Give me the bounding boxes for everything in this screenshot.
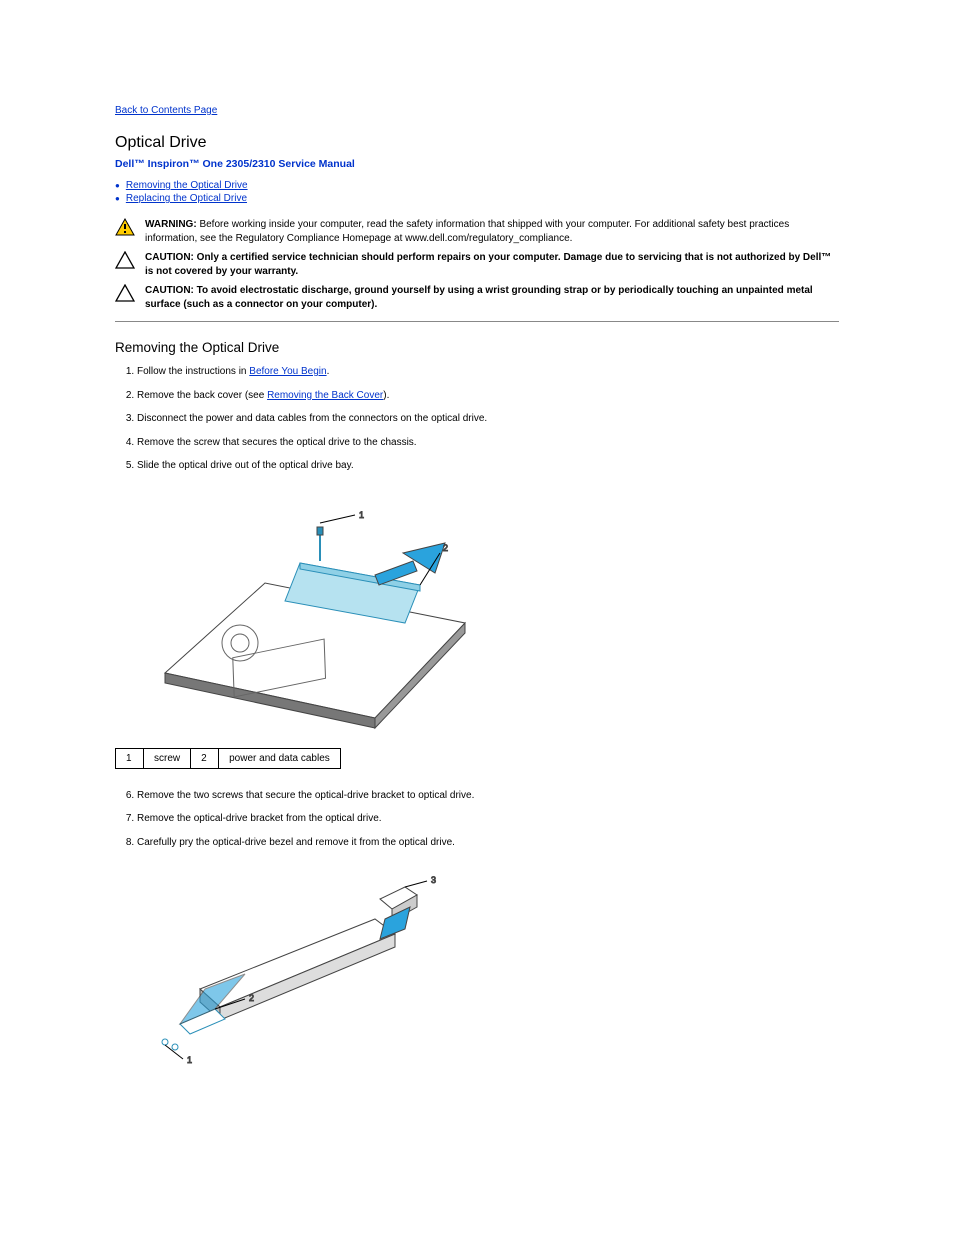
back-to-contents-link[interactable]: Back to Contents Page	[115, 105, 217, 116]
caution-body-1: CAUTION: Only a certified service techni…	[145, 251, 839, 278]
caution-notice-1: CAUTION: Only a certified service techni…	[115, 251, 839, 278]
legend-num: 2	[191, 748, 219, 768]
legend-text: power and data cables	[219, 748, 341, 768]
warning-text: Before working inside your computer, rea…	[145, 219, 789, 244]
toc-link-replacing[interactable]: Replacing the Optical Drive	[126, 193, 247, 204]
step-text: Remove the back cover (see	[137, 390, 267, 401]
step-text: Disconnect the power and data cables fro…	[137, 413, 487, 424]
toc-bullets: Removing the Optical Drive Replacing the…	[115, 180, 839, 204]
svg-text:2: 2	[443, 543, 448, 553]
step-text: .	[327, 366, 330, 377]
step-link-before-you-begin[interactable]: Before You Begin	[249, 366, 326, 377]
figure-chassis: 1 2	[145, 493, 839, 736]
table-row: 1 screw 2 power and data cables	[116, 748, 341, 768]
warning-body: WARNING: Before working inside your comp…	[145, 218, 839, 245]
step-item: Carefully pry the optical-drive bezel an…	[137, 836, 839, 850]
manual-subtitle: Dell™ Inspiron™ One 2305/2310 Service Ma…	[115, 158, 839, 170]
caution-body-2: CAUTION: To avoid electrostatic discharg…	[145, 284, 839, 311]
step-text: Remove the screw that secures the optica…	[137, 437, 417, 448]
steps-list-a: Follow the instructions in Before You Be…	[115, 365, 839, 473]
step-item: Disconnect the power and data cables fro…	[137, 412, 839, 426]
step-link-back-cover[interactable]: Removing the Back Cover	[267, 390, 383, 401]
svg-text:1: 1	[187, 1055, 192, 1065]
svg-text:3: 3	[431, 875, 436, 885]
step-text: Slide the optical drive out of the optic…	[137, 460, 354, 471]
step-item: Remove the back cover (see Removing the …	[137, 389, 839, 403]
page-title: Optical Drive	[115, 134, 839, 152]
list-item: Removing the Optical Drive	[115, 180, 839, 191]
legend-text: screw	[144, 748, 191, 768]
caution-label-2: CAUTION:	[145, 285, 194, 296]
caution-icon	[115, 284, 141, 302]
legend-table-1: 1 screw 2 power and data cables	[115, 748, 341, 769]
list-item: Replacing the Optical Drive	[115, 193, 839, 204]
step-item: Follow the instructions in Before You Be…	[137, 365, 839, 379]
caution-text-2: To avoid electrostatic discharge, ground…	[145, 285, 813, 310]
step-item: Remove the optical-drive bracket from th…	[137, 812, 839, 826]
step-text: ).	[383, 390, 389, 401]
warning-notice: WARNING: Before working inside your comp…	[115, 218, 839, 245]
legend-num: 1	[116, 748, 144, 768]
step-item: Slide the optical drive out of the optic…	[137, 459, 839, 473]
section-heading: Removing the Optical Drive	[115, 340, 839, 355]
step-item: Remove the screw that secures the optica…	[137, 436, 839, 450]
caution-notice-2: CAUTION: To avoid electrostatic discharg…	[115, 284, 839, 311]
steps-list-b: Remove the two screws that secure the op…	[115, 789, 839, 850]
step-text: Follow the instructions in	[137, 366, 249, 377]
warning-icon	[115, 218, 141, 236]
step-text: Remove the two screws that secure the op…	[137, 790, 474, 801]
divider	[115, 321, 839, 322]
caution-icon	[115, 251, 141, 269]
svg-text:1: 1	[359, 510, 364, 520]
toc-link-removing[interactable]: Removing the Optical Drive	[126, 180, 248, 191]
figure-optical-drive: 3 2 1	[145, 869, 839, 1072]
step-item: Remove the two screws that secure the op…	[137, 789, 839, 803]
caution-label-1: CAUTION:	[145, 252, 194, 263]
warning-label: WARNING:	[145, 219, 197, 230]
step-text: Carefully pry the optical-drive bezel an…	[137, 837, 455, 848]
step-text: Remove the optical-drive bracket from th…	[137, 813, 382, 824]
svg-text:2: 2	[249, 993, 254, 1003]
caution-text-1: Only a certified service technician shou…	[145, 252, 831, 277]
